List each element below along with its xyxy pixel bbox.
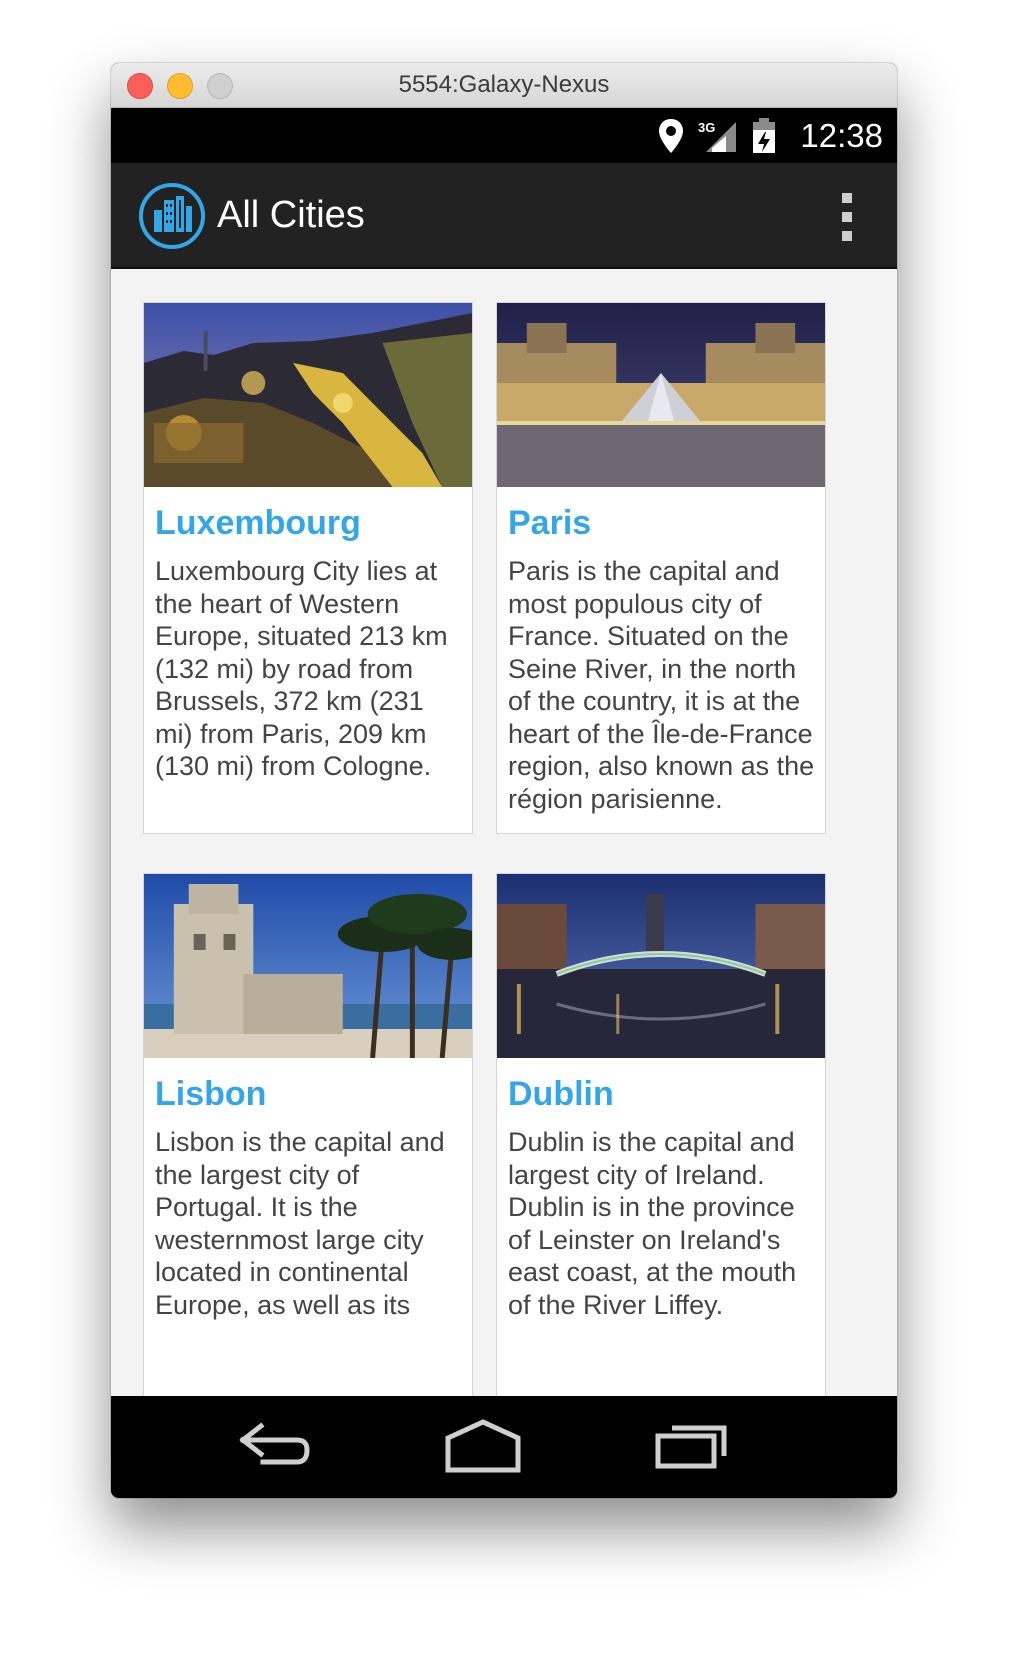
city-card-dublin[interactable]: Dublin Dublin is the capital and largest…	[496, 873, 826, 1457]
page-title: All Cities	[217, 194, 365, 236]
city-card-paris[interactable]: Paris Paris is the capital and most popu…	[496, 302, 826, 834]
emulator-window: 5554:Galaxy-Nexus 3G 12:38 All Cities Lu…	[111, 63, 897, 1498]
city-grid: Luxembourg Luxembourg City lies at the h…	[111, 269, 897, 1457]
back-icon[interactable]	[239, 1418, 311, 1476]
city-image	[497, 303, 825, 487]
city-description: Luxembourg City lies at the heart of Wes…	[155, 556, 448, 781]
city-buildings-icon[interactable]	[138, 182, 206, 250]
window-titlebar: 5554:Galaxy-Nexus	[111, 63, 897, 108]
window-title: 5554:Galaxy-Nexus	[398, 71, 610, 98]
home-icon[interactable]	[444, 1418, 522, 1476]
city-name: Lisbon	[155, 1075, 267, 1113]
action-bar: All Cities	[111, 163, 897, 269]
city-card-luxembourg[interactable]: Luxembourg Luxembourg City lies at the h…	[143, 302, 473, 834]
city-name: Luxembourg	[155, 504, 361, 542]
signal-3g-icon: 3G	[698, 120, 737, 152]
city-image	[144, 874, 472, 1058]
city-description: Dublin is the capital and largest city o…	[508, 1127, 797, 1320]
status-time: 12:38	[800, 116, 883, 154]
city-description: Lisbon is the capital and the largest ci…	[155, 1127, 445, 1320]
network-type-label: 3G	[698, 120, 715, 135]
city-description: Paris is the capital and most populous c…	[508, 556, 815, 814]
city-name: Paris	[508, 504, 592, 542]
city-card-lisbon[interactable]: Lisbon Lisbon is the capital and the lar…	[143, 873, 473, 1457]
recent-apps-icon[interactable]	[654, 1418, 728, 1476]
overflow-menu-icon[interactable]	[837, 193, 857, 241]
navigation-bar	[111, 1396, 897, 1498]
city-image	[144, 303, 472, 487]
battery-icon	[753, 117, 776, 153]
status-bar: 3G 12:38	[111, 108, 897, 163]
location-icon	[659, 118, 684, 153]
city-name: Dublin	[508, 1075, 614, 1113]
city-image	[497, 874, 825, 1058]
